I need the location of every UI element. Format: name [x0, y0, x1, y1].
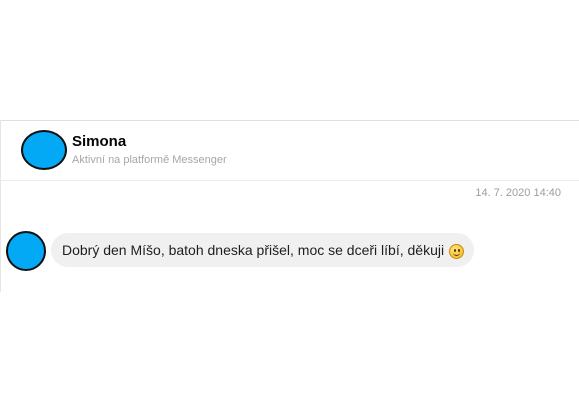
contact-name[interactable]: Simona: [72, 133, 126, 151]
header-divider: [0, 180, 579, 181]
contact-status: Aktivní na platformě Messenger: [72, 154, 227, 166]
conversation-header: Simona Aktivní na platformě Messenger: [0, 121, 579, 180]
contact-avatar[interactable]: [21, 130, 67, 170]
slightly-smiling-face-icon: [449, 243, 465, 259]
message-text: Dobrý den Míšo, batoh dneska přišel, moc…: [62, 242, 445, 258]
message-row: Dobrý den Míšo, batoh dneska přišel, moc…: [0, 228, 579, 276]
smiley-mouth: [453, 251, 461, 256]
message-timestamp: 14. 7. 2020 14:40: [475, 187, 561, 199]
message-bubble[interactable]: Dobrý den Míšo, batoh dneska přišel, moc…: [51, 233, 475, 267]
chat-panel: Simona Aktivní na platformě Messenger 14…: [0, 120, 579, 295]
sender-avatar[interactable]: [6, 231, 46, 271]
